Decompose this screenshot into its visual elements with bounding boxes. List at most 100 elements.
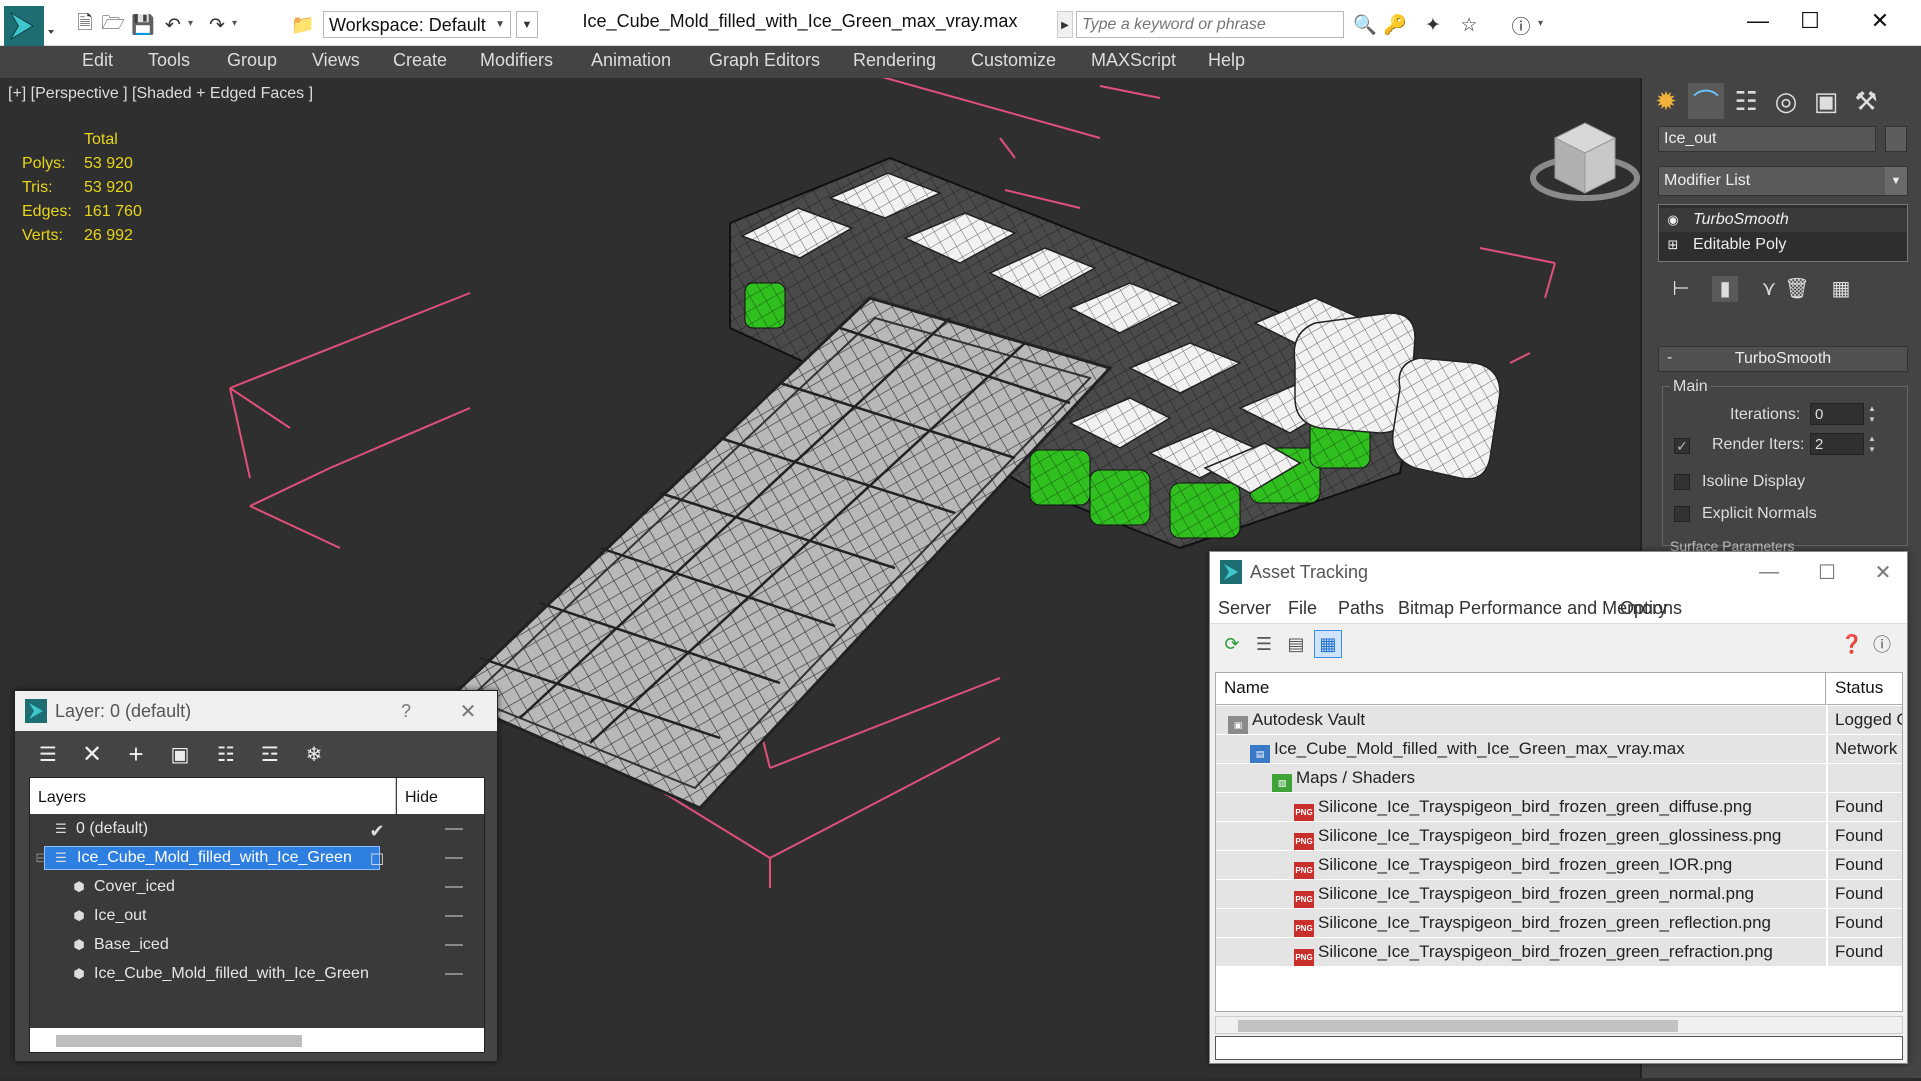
table-row[interactable]: ▣ Autodesk Vault Logged O	[1216, 706, 1902, 735]
object-row[interactable]: Ice_Cube_Mold_filled_with_Ice_Green ⬢	[30, 960, 484, 988]
table-row[interactable]: PNG Silicone_Ice_Trayspigeon_bird_frozen_…	[1216, 880, 1902, 909]
list-view-icon[interactable]: ☰	[1250, 630, 1278, 658]
menu-paths[interactable]: Paths	[1338, 598, 1384, 619]
search-input[interactable]	[1076, 11, 1344, 38]
lightbulb-icon[interactable]: ◉	[1665, 212, 1681, 228]
table-view-icon[interactable]: ▦	[1314, 630, 1342, 658]
menu-modifiers[interactable]: Modifiers	[480, 50, 553, 71]
undo-icon[interactable]: ↶	[160, 12, 186, 38]
search-expand-button[interactable]: ▶	[1057, 11, 1073, 38]
favorite-star-icon[interactable]: ☆	[1456, 12, 1482, 38]
object-color-swatch[interactable]	[1885, 126, 1907, 152]
close-button[interactable]: ✕	[1852, 4, 1908, 38]
column-header-name[interactable]: Name	[1216, 673, 1826, 705]
close-button[interactable]: ✕	[1860, 554, 1906, 590]
star-cross-icon[interactable]: ✦	[1420, 12, 1446, 38]
column-header-hide[interactable]: Hide	[397, 778, 484, 814]
menu-views[interactable]: Views	[312, 50, 360, 71]
menu-graph-editors[interactable]: Graph Editors	[709, 50, 820, 71]
modify-tab-icon[interactable]: ⌒	[1688, 83, 1724, 119]
menu-maxscript[interactable]: MAXScript	[1091, 50, 1176, 71]
help-icon[interactable]: ⓘ	[1508, 12, 1534, 38]
viewport-label[interactable]: [+] [Perspective ] [Shaded + Edged Faces…	[8, 85, 313, 103]
project-folder-icon[interactable]: 📁	[290, 12, 316, 38]
pin-stack-icon[interactable]: ⊢	[1668, 276, 1694, 302]
turbosmooth-rollout-header[interactable]: - TurboSmooth	[1658, 346, 1908, 372]
menu-animation[interactable]: Animation	[591, 50, 671, 71]
current-layer-check-icon[interactable]: ✔	[368, 821, 386, 841]
menu-rendering[interactable]: Rendering	[853, 50, 936, 71]
undo-dropdown-icon[interactable]: ▾	[188, 18, 193, 29]
isoline-display-checkbox[interactable]	[1674, 474, 1690, 490]
hierarchy-tab-icon[interactable]: ☷	[1728, 83, 1764, 119]
set-current-box-icon[interactable]: ☐	[368, 850, 386, 869]
column-header-status[interactable]: Status	[1827, 673, 1902, 705]
horizontal-scrollbar[interactable]	[30, 1028, 484, 1052]
spinner-arrows-icon[interactable]: ▲ ▼	[1866, 433, 1878, 455]
add-to-layer-icon[interactable]: +	[121, 739, 151, 769]
menu-customize[interactable]: Customize	[971, 50, 1056, 71]
motion-tab-icon[interactable]: ◎	[1768, 83, 1804, 119]
utilities-tab-icon[interactable]: ⚒	[1848, 83, 1884, 119]
column-header-layers[interactable]: Layers	[30, 778, 396, 814]
layer-row[interactable]: ⊟ Ice_Cube_Mold_filled_with_Ice_Green ☰ ☐	[30, 844, 484, 872]
minimize-button[interactable]: —	[1746, 554, 1792, 590]
help-icon[interactable]: ⓘ	[1868, 630, 1896, 658]
stack-item-turbosmooth[interactable]: ◉ TurboSmooth	[1659, 208, 1907, 232]
hide-toggle[interactable]	[445, 886, 463, 888]
redo-dropdown-icon[interactable]: ▾	[232, 18, 237, 29]
table-row[interactable]: PNG Silicone_Ice_Trayspigeon_bird_frozen_…	[1216, 793, 1902, 822]
show-end-result-icon[interactable]: ▮	[1712, 276, 1738, 302]
table-row[interactable]: PNG Silicone_Ice_Trayspigeon_bird_frozen_…	[1216, 938, 1902, 967]
redo-icon[interactable]: ↷	[204, 12, 230, 38]
scrollbar-thumb[interactable]	[56, 1035, 302, 1047]
table-row[interactable]: PNG Silicone_Ice_Trayspigeon_bird_frozen_…	[1216, 851, 1902, 880]
make-unique-icon[interactable]: ⋎	[1756, 276, 1782, 302]
freeze-all-layers-icon[interactable]: ❄	[299, 739, 329, 769]
asset-path-field[interactable]	[1215, 1036, 1903, 1060]
expand-plus-icon[interactable]: ⊞	[1665, 237, 1681, 253]
vault-help-icon[interactable]: ❓	[1838, 630, 1866, 658]
hide-all-layers-icon[interactable]: ☲	[255, 739, 285, 769]
stack-item-editable-poly[interactable]: ⊞ Editable Poly	[1659, 233, 1907, 257]
menu-group[interactable]: Group	[227, 50, 277, 71]
close-button[interactable]: ✕	[445, 693, 491, 729]
save-icon[interactable]: 💾	[130, 12, 156, 38]
table-row[interactable]: PNG Silicone_Ice_Trayspigeon_bird_frozen_…	[1216, 822, 1902, 851]
horizontal-scrollbar[interactable]	[1215, 1016, 1903, 1034]
layer-row[interactable]: 0 (default) ☰ ✔	[30, 815, 484, 843]
spinner-arrows-icon[interactable]: ▲ ▼	[1866, 403, 1878, 425]
maximize-button[interactable]: ☐	[1782, 4, 1838, 38]
remove-modifier-icon[interactable]: 🗑	[1784, 276, 1810, 302]
menu-options[interactable]: Options	[1620, 598, 1682, 619]
object-name-field[interactable]: Ice_out	[1658, 126, 1876, 152]
minimize-button[interactable]: —	[1730, 4, 1786, 38]
configure-sets-icon[interactable]: ▦	[1828, 276, 1854, 302]
create-layer-icon[interactable]: ☰	[33, 739, 63, 769]
highlight-layer-icon[interactable]: ☷	[211, 739, 241, 769]
object-row[interactable]: Cover_iced ⬢	[30, 873, 484, 901]
hide-toggle[interactable]	[445, 944, 463, 946]
hide-toggle[interactable]	[445, 915, 463, 917]
menu-server[interactable]: Server	[1218, 598, 1271, 619]
open-folder-icon[interactable]: 🗁	[100, 12, 126, 38]
key-icon[interactable]: 🔑	[1382, 12, 1408, 38]
menu-edit[interactable]: Edit	[82, 50, 113, 71]
create-tab-icon[interactable]: ✹	[1648, 83, 1684, 119]
table-row[interactable]: ▧ Maps / Shaders	[1216, 764, 1902, 793]
iterations-spinner[interactable]: 0	[1810, 403, 1864, 425]
help-dropdown-icon[interactable]: ▾	[1538, 18, 1543, 29]
hide-toggle[interactable]	[445, 973, 463, 975]
maximize-button[interactable]: ☐	[1804, 554, 1850, 590]
workspace-dropdown[interactable]: Workspace: Default ▼	[323, 11, 511, 38]
new-file-icon[interactable]: 🗎	[72, 12, 98, 38]
hide-toggle[interactable]	[445, 828, 463, 830]
object-row[interactable]: Base_iced ⬢	[30, 931, 484, 959]
select-objects-icon[interactable]: ▣	[165, 739, 195, 769]
hide-toggle[interactable]	[445, 857, 463, 859]
3dsmax-logo-icon[interactable]	[4, 6, 56, 46]
table-row[interactable]: PNG Silicone_Ice_Trayspigeon_bird_frozen_…	[1216, 909, 1902, 938]
menu-create[interactable]: Create	[393, 50, 447, 71]
delete-layer-icon[interactable]: ✕	[77, 739, 107, 769]
thumbnail-view-icon[interactable]: ▤	[1282, 630, 1310, 658]
